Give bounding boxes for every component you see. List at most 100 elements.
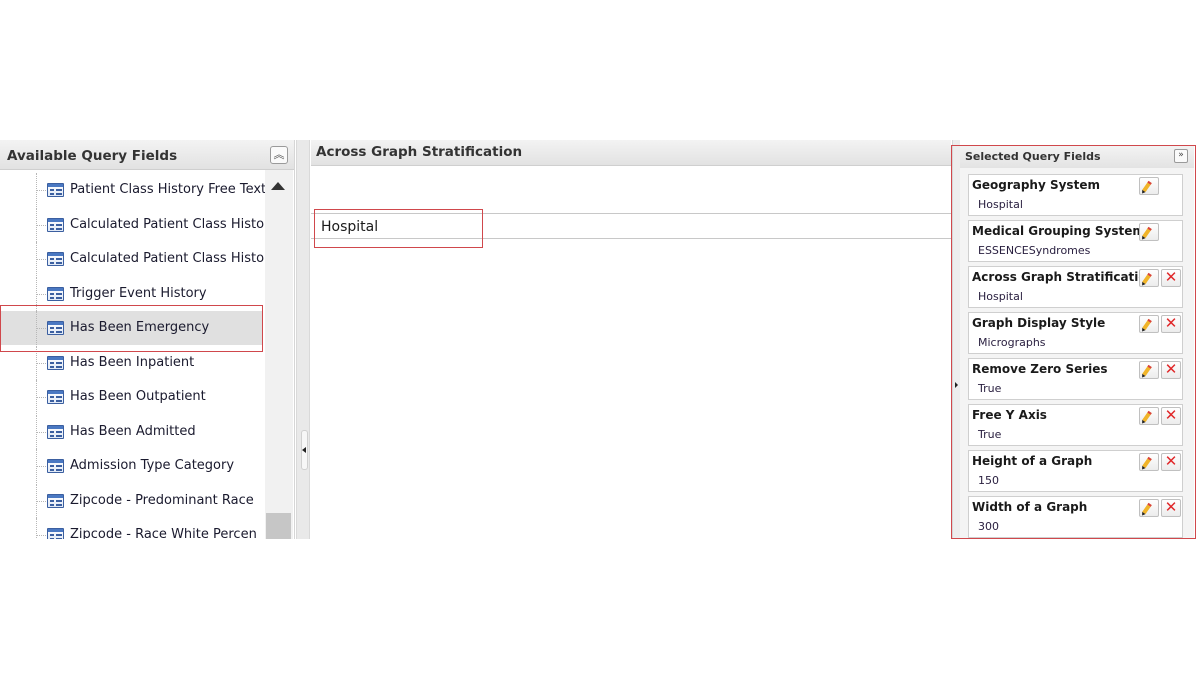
scrollbar[interactable] bbox=[265, 170, 293, 539]
field-value: Micrographs bbox=[978, 336, 1046, 349]
selected-field-card: Height of a Graph 150 ✕ bbox=[968, 450, 1183, 492]
double-chevron-up-icon[interactable]: ︽ bbox=[270, 146, 288, 164]
tree-item-label: Has Been Admitted bbox=[70, 423, 196, 439]
pencil-icon bbox=[1142, 410, 1152, 423]
available-query-fields-header: Available Query Fields ︽ bbox=[0, 140, 294, 170]
delete-x-icon: ✕ bbox=[1164, 360, 1178, 378]
pencil-icon bbox=[1142, 318, 1152, 331]
delete-x-icon: ✕ bbox=[1164, 406, 1178, 424]
available-query-fields-panel: Available Query Fields ︽ Patient Class H… bbox=[0, 140, 295, 539]
field-list-icon bbox=[47, 286, 64, 301]
delete-x-icon: ✕ bbox=[1164, 452, 1178, 470]
field-editor-header: Across Graph Stratification bbox=[311, 140, 951, 166]
remove-button[interactable]: ✕ bbox=[1161, 452, 1181, 471]
delete-x-icon: ✕ bbox=[1164, 268, 1178, 286]
field-list-icon bbox=[47, 459, 64, 473]
pencil-icon bbox=[1142, 364, 1152, 377]
selected-field-card: Across Graph Stratification Hospital ✕ bbox=[968, 266, 1183, 308]
panel-splitter[interactable] bbox=[296, 140, 310, 539]
remove-button[interactable]: ✕ bbox=[1161, 406, 1181, 425]
tree-item[interactable]: Calculated Patient Class Histo... bbox=[0, 207, 265, 242]
pencil-icon bbox=[1142, 502, 1152, 515]
selected-query-fields-panel: Selected Query Fields » Geography System… bbox=[960, 146, 1194, 539]
edit-button[interactable] bbox=[1139, 315, 1159, 333]
selected-field-card: Remove Zero Series True ✕ bbox=[968, 358, 1183, 400]
field-value: True bbox=[978, 382, 1002, 395]
query-builder: Available Query Fields ︽ Patient Class H… bbox=[0, 140, 1200, 539]
tree-item-label: Has Been Outpatient bbox=[70, 389, 206, 404]
delete-x-icon: ✕ bbox=[1164, 314, 1178, 332]
field-title: Graph Display Style bbox=[972, 316, 1106, 330]
tree-item-label: Trigger Event History bbox=[70, 285, 207, 301]
tree-item[interactable]: Zipcode - Predominant Race bbox=[0, 483, 262, 518]
tree-item[interactable]: Has Been Emergency bbox=[0, 311, 262, 345]
field-title: Width of a Graph bbox=[972, 500, 1088, 514]
field-title: Geography System bbox=[972, 178, 1100, 192]
field-value: True bbox=[978, 428, 1002, 441]
tree-connector bbox=[37, 190, 46, 191]
tree-connector bbox=[37, 293, 46, 295]
selected-field-card: Free Y Axis True ✕ bbox=[968, 404, 1183, 446]
expand-right-arrow-icon[interactable] bbox=[955, 382, 958, 388]
remove-button[interactable]: ✕ bbox=[1161, 498, 1181, 517]
panel-title: Selected Query Fields bbox=[965, 150, 1101, 163]
remove-button[interactable]: ✕ bbox=[1161, 268, 1181, 287]
tree-connector bbox=[37, 500, 46, 502]
field-list-icon bbox=[47, 183, 64, 197]
tree-item[interactable]: Zipcode - Race White Percen bbox=[0, 518, 262, 539]
field-list-icon bbox=[47, 424, 64, 439]
scrollbar-thumb[interactable] bbox=[266, 513, 291, 539]
delete-x-icon: ✕ bbox=[1164, 498, 1178, 516]
field-value: Hospital bbox=[978, 290, 1023, 303]
tree-item-label: Zipcode - Predominant Race bbox=[70, 492, 254, 508]
edit-button[interactable] bbox=[1139, 269, 1159, 287]
edit-button[interactable] bbox=[1139, 407, 1159, 425]
tree-item-label: Admission Type Category bbox=[70, 458, 235, 473]
stratification-value-row[interactable] bbox=[311, 213, 951, 239]
tree-item[interactable]: Has Been Inpatient bbox=[0, 345, 262, 380]
tree-item-label: Calculated Patient Class Histo... bbox=[70, 251, 265, 266]
tree-connector bbox=[37, 431, 46, 433]
field-list-icon bbox=[47, 528, 64, 539]
field-title: Height of a Graph bbox=[972, 454, 1093, 468]
tree-item[interactable]: Admission Type Category bbox=[0, 449, 262, 483]
collapse-left-arrow-icon[interactable] bbox=[302, 447, 306, 453]
double-chevron-right-icon[interactable]: » bbox=[1174, 149, 1188, 163]
remove-button[interactable]: ✕ bbox=[1161, 314, 1181, 333]
field-list-icon bbox=[47, 321, 64, 335]
tree-connector bbox=[37, 466, 46, 467]
tree-item-label: Has Been Inpatient bbox=[70, 354, 195, 370]
scroll-up-arrow-icon[interactable] bbox=[271, 182, 285, 190]
field-list-icon bbox=[47, 355, 64, 370]
remove-button[interactable]: ✕ bbox=[1161, 360, 1181, 379]
edit-button[interactable] bbox=[1139, 499, 1159, 517]
field-list-icon bbox=[47, 493, 64, 508]
right-splitter[interactable] bbox=[952, 140, 960, 539]
edit-button[interactable] bbox=[1139, 453, 1159, 471]
tree-item[interactable]: Patient Class History Free Text bbox=[0, 173, 265, 207]
field-list-icon bbox=[47, 390, 64, 404]
selected-field-card: Geography System Hospital bbox=[968, 174, 1183, 216]
tree-item[interactable]: Has Been Outpatient bbox=[0, 380, 262, 414]
selected-field-card: Graph Display Style Micrographs ✕ bbox=[968, 312, 1183, 354]
tree-item-label: Patient Class History Free Text bbox=[70, 182, 265, 197]
selected-query-fields-header: Selected Query Fields » bbox=[960, 146, 1194, 168]
field-title: Across Graph Stratification bbox=[972, 270, 1156, 284]
panel-title: Available Query Fields bbox=[7, 148, 178, 164]
tree-item[interactable]: Has Been Admitted bbox=[0, 414, 262, 449]
edit-button[interactable] bbox=[1139, 177, 1159, 195]
field-title: Free Y Axis bbox=[972, 408, 1047, 422]
stratification-value[interactable]: Hospital bbox=[321, 219, 378, 235]
pencil-icon bbox=[1142, 272, 1152, 285]
field-title: Remove Zero Series bbox=[972, 362, 1108, 376]
edit-button[interactable] bbox=[1139, 223, 1159, 241]
edit-button[interactable] bbox=[1139, 361, 1159, 379]
tree-item[interactable]: Trigger Event History bbox=[0, 276, 262, 311]
selected-field-card: Medical Grouping System ESSENCESyndromes bbox=[968, 220, 1183, 262]
pencil-icon bbox=[1142, 226, 1152, 239]
tree-connector bbox=[37, 224, 46, 226]
field-list-icon bbox=[47, 252, 64, 266]
pencil-icon bbox=[1142, 456, 1152, 469]
tree-item-label: Zipcode - Race White Percen bbox=[70, 527, 257, 539]
tree-item[interactable]: Calculated Patient Class Histo... bbox=[0, 242, 265, 276]
